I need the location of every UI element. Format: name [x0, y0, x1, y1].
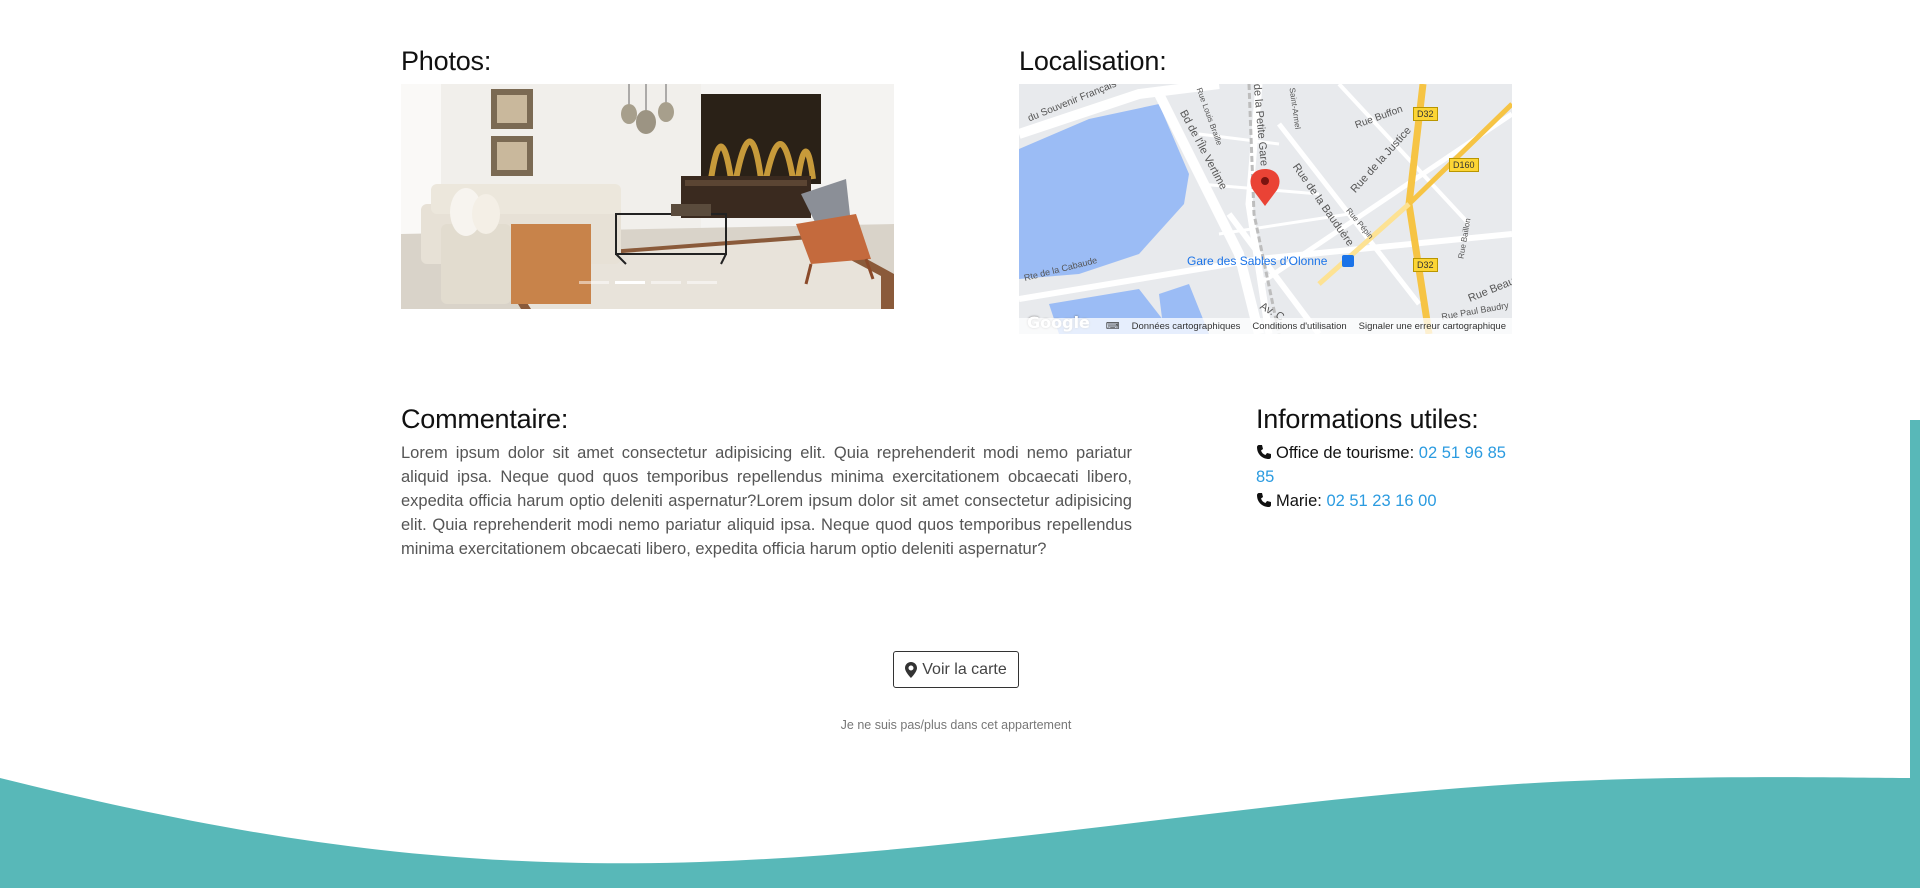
- contact-row: Marie: 02 51 23 16 00: [1256, 489, 1516, 513]
- road-badge: D32: [1413, 258, 1438, 272]
- map-marker-icon: [905, 661, 918, 678]
- report-error-link[interactable]: Signaler une erreur cartographique: [1359, 321, 1506, 332]
- view-map-button[interactable]: Voir la carte: [893, 651, 1019, 688]
- carousel-indicator[interactable]: [578, 281, 609, 284]
- map-data-link[interactable]: Données cartographiques: [1132, 321, 1241, 332]
- photo-carousel[interactable]: [401, 84, 894, 309]
- location-title: Localisation:: [1019, 46, 1167, 76]
- road-badge: D32: [1413, 107, 1438, 121]
- contact-list: Office de tourisme: 02 51 96 85 85 Marie…: [1256, 441, 1516, 513]
- comment-title: Commentaire:: [401, 404, 569, 434]
- road-badge: D160: [1449, 158, 1479, 172]
- carousel-indicator-active[interactable]: [614, 281, 645, 284]
- contact-label: Office de tourisme:: [1276, 444, 1415, 462]
- contact-phone-link[interactable]: 02 51 23 16 00: [1326, 492, 1436, 510]
- map-footer: ⌨ Données cartographiques Conditions d'u…: [1019, 318, 1512, 334]
- carousel-indicator[interactable]: [650, 281, 681, 284]
- map-poi-label[interactable]: Gare des Sables d'Olonne: [1187, 254, 1327, 268]
- keyboard-icon[interactable]: ⌨: [1106, 321, 1120, 332]
- comment-text: Lorem ipsum dolor sit amet consectetur a…: [401, 444, 1132, 558]
- photos-title: Photos:: [401, 46, 492, 76]
- contact-label: Marie:: [1276, 492, 1322, 510]
- terms-link[interactable]: Conditions d'utilisation: [1252, 321, 1346, 332]
- carousel-indicator[interactable]: [686, 281, 717, 284]
- not-here-link[interactable]: Je ne suis pas/plus dans cet appartement: [0, 718, 1912, 732]
- contact-row: Office de tourisme: 02 51 96 85 85: [1256, 441, 1516, 489]
- carousel-indicators: [401, 281, 894, 284]
- living-room-photo: [401, 84, 894, 309]
- phone-icon: [1257, 493, 1271, 507]
- phone-icon: [1257, 445, 1271, 459]
- info-title: Informations utiles:: [1256, 404, 1479, 434]
- embedded-map[interactable]: du Souvenir Français Bd de l'Île Vertime…: [1019, 84, 1512, 334]
- view-map-label: Voir la carte: [922, 660, 1007, 678]
